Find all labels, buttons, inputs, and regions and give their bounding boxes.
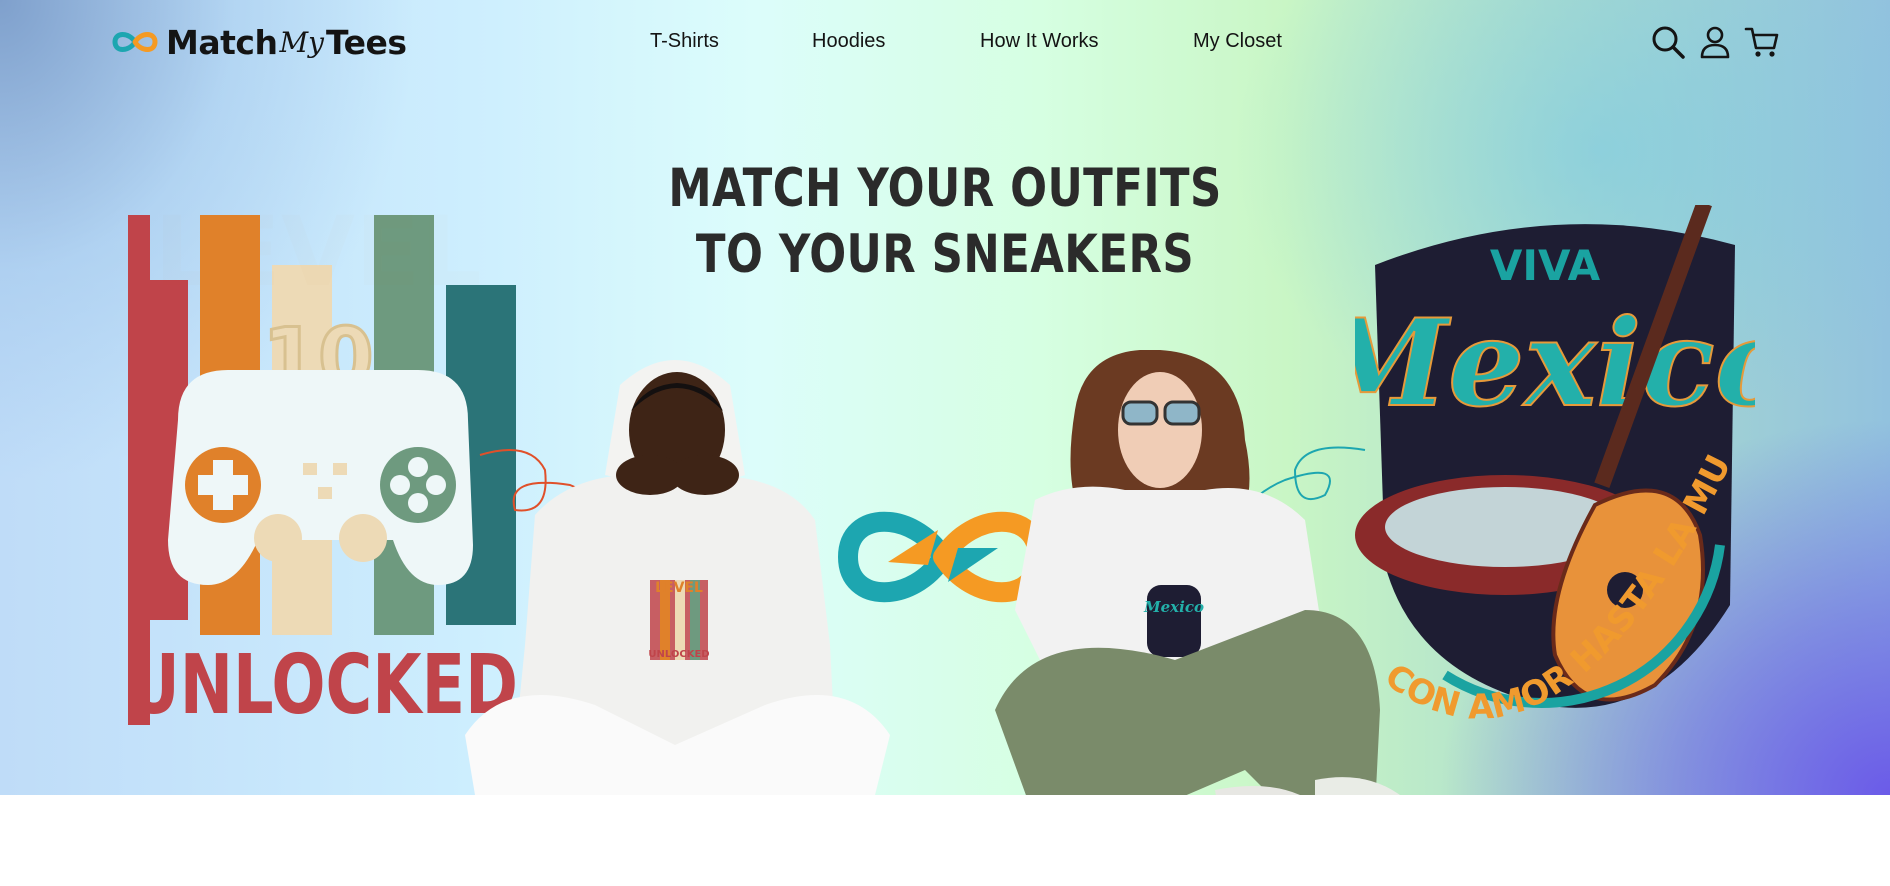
account-icon[interactable] — [1697, 24, 1733, 60]
site-header: Match My Tees T-Shirts Hoodies How It Wo… — [0, 0, 1890, 86]
hero-banner: LEVEL 10 UNLOCKED VIVA Mexico CON AMOR H… — [0, 0, 1890, 795]
brand-name-tees: Tees — [325, 22, 407, 62]
model-hoodie-photo: LEVEL UNLOCKED — [465, 360, 890, 795]
tshirt-print: Mexico — [1143, 598, 1204, 616]
cart-icon[interactable] — [1744, 24, 1780, 60]
hoodie-print-top: LEVEL — [655, 580, 703, 596]
nav-how-it-works[interactable]: How It Works — [980, 30, 1099, 53]
nav-my-closet[interactable]: My Closet — [1193, 30, 1282, 53]
brand-name-match: Match — [166, 22, 278, 62]
search-icon[interactable] — [1650, 24, 1686, 60]
model-tshirt-photo: Mexico — [995, 350, 1400, 795]
hero-headline-line1: MATCH YOUR OUTFITS — [668, 158, 1222, 219]
infinity-logo-icon — [112, 32, 158, 52]
brand-logo[interactable]: Match My Tees — [110, 20, 407, 64]
brand-name-my: My — [279, 25, 324, 59]
nav-tshirts[interactable]: T-Shirts — [650, 30, 719, 53]
nav-hoodies[interactable]: Hoodies — [812, 30, 885, 53]
hoodie-print-bottom: UNLOCKED — [648, 649, 709, 660]
hero-headline-line2: TO YOUR SNEAKERS — [695, 224, 1195, 285]
